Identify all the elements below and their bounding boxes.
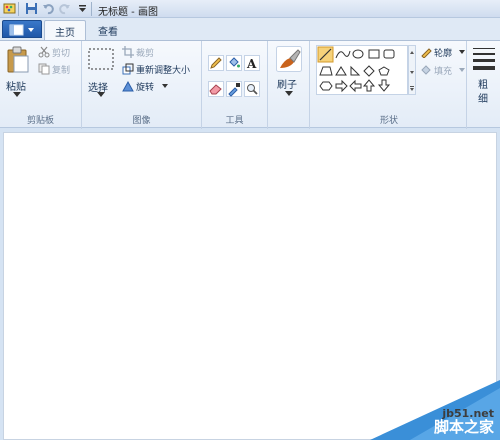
tab-view-label: 查看 [98, 27, 118, 38]
shapes-gallery-scrollbar[interactable] [408, 45, 416, 95]
fill-icon [421, 65, 431, 75]
fill-bucket-icon[interactable] [226, 55, 242, 71]
rectangle-shape-icon [368, 49, 380, 59]
rotate-icon [122, 80, 134, 92]
select-button[interactable]: 选择 [86, 44, 116, 99]
pentagon-shape-icon [378, 66, 390, 76]
brush-icon [276, 46, 302, 72]
rotate-label: 旋转 [136, 83, 155, 93]
menu-icon [9, 24, 34, 36]
shapes-group: 轮廓 填充 形状 [312, 41, 467, 129]
color-picker-icon[interactable] [226, 81, 242, 97]
outline-label: 轮廓 [434, 49, 453, 59]
pencil-icon[interactable] [208, 55, 224, 71]
paint-menu-button[interactable] [2, 20, 42, 38]
paste-dropdown-arrow-icon [13, 92, 21, 97]
right-triangle-shape-icon [350, 65, 361, 76]
cut-button[interactable]: 剪切 [38, 45, 78, 59]
shapes-gallery-icons [317, 46, 395, 93]
gallery-scroll-arrows-icon [410, 51, 414, 91]
eraser-icon[interactable] [208, 81, 224, 97]
resize-icon [122, 63, 134, 75]
outline-button[interactable]: 轮廓 [420, 45, 466, 59]
shapes-gallery [316, 45, 408, 95]
clipboard-group-label: 剪贴板 [26, 116, 54, 126]
ribbon-tab-row: 主页 查看 [0, 18, 500, 40]
tab-view[interactable]: 查看 [90, 20, 126, 40]
magnifier-icon[interactable] [244, 81, 260, 97]
copy-icon [38, 63, 50, 75]
fill-label: 填充 [434, 67, 453, 77]
watermark-text: 脚本之家 [433, 418, 494, 436]
select-dropdown-arrow-icon [97, 92, 105, 97]
paint-app-icon[interactable] [3, 2, 16, 15]
customize-toolbar-icon[interactable] [76, 2, 89, 15]
right-arrow-shape-icon [335, 79, 348, 93]
outline-icon [421, 48, 432, 58]
workspace: jb51.net 脚本之家 [0, 129, 500, 440]
resize-label: 重新调整大小 [136, 66, 191, 76]
paste-button[interactable]: 粘贴 [3, 44, 33, 99]
brushes-button[interactable]: 刷子 [272, 44, 306, 106]
fill-dropdown-arrow-icon [459, 68, 465, 72]
tools-group: A 工具 [202, 41, 268, 129]
clipboard-group: 粘贴 剪切 复制 剪贴板 [0, 41, 82, 129]
hexagon-shape-icon [319, 81, 333, 91]
image-group: 选择 裁剪 重新调整大小 旋转 图像 [82, 41, 202, 129]
paste-icon [7, 46, 29, 73]
brushes-group: 刷子 [268, 41, 310, 129]
size-button[interactable]: 粗 细 [470, 44, 498, 106]
oval-shape-icon [352, 49, 364, 59]
rotate-dropdown-arrow-icon [162, 84, 168, 88]
selection-icon [88, 48, 114, 70]
text-icon[interactable]: A [244, 55, 260, 71]
outline-dropdown-arrow-icon [459, 50, 465, 54]
save-icon[interactable] [25, 2, 38, 15]
brushes-label: 刷子 [277, 80, 297, 91]
title-bar: 无标题 - 画图 [0, 0, 500, 18]
copy-label: 复制 [52, 66, 71, 76]
redo-icon[interactable] [58, 2, 71, 15]
crop-label: 裁剪 [136, 49, 155, 59]
brushes-dropdown-arrow-icon [285, 91, 293, 96]
resize-button[interactable]: 重新调整大小 [122, 62, 200, 76]
image-group-label: 图像 [132, 116, 151, 126]
svg-text:A: A [246, 57, 257, 71]
crop-button[interactable]: 裁剪 [122, 45, 172, 59]
rotate-button[interactable]: 旋转 [122, 79, 172, 93]
triangle-shape-icon [335, 66, 347, 76]
size-group: 粗 细 [467, 41, 500, 129]
paste-label: 粘贴 [6, 82, 26, 93]
fill-button[interactable]: 填充 [420, 63, 466, 77]
ribbon: 粘贴 剪切 复制 剪贴板 选择 裁剪 重新调整大小 旋转 图像 A 工具 刷子 … [0, 40, 500, 129]
undo-icon[interactable] [42, 2, 55, 15]
up-arrow-shape-icon [362, 79, 376, 92]
polygon-shape-icon [319, 66, 333, 76]
rounded-rectangle-shape-icon [383, 49, 395, 59]
left-arrow-shape-icon [349, 79, 362, 93]
crop-icon [122, 46, 134, 58]
shapes-group-label: 形状 [379, 116, 398, 126]
window-title: 无标题 - 画图 [98, 7, 158, 18]
scissors-icon [38, 46, 50, 58]
size-label-thin: 细 [478, 94, 488, 105]
down-arrow-shape-icon [377, 79, 391, 92]
size-label-thick: 粗 [478, 80, 488, 91]
tab-home-label: 主页 [55, 28, 75, 39]
diamond-shape-icon [363, 65, 375, 77]
line-size-icon [473, 48, 495, 70]
tab-home[interactable]: 主页 [44, 20, 86, 40]
cut-label: 剪切 [52, 49, 71, 59]
curve-shape-icon [335, 50, 351, 59]
tools-group-label: 工具 [225, 116, 244, 126]
copy-button[interactable]: 复制 [38, 62, 78, 76]
